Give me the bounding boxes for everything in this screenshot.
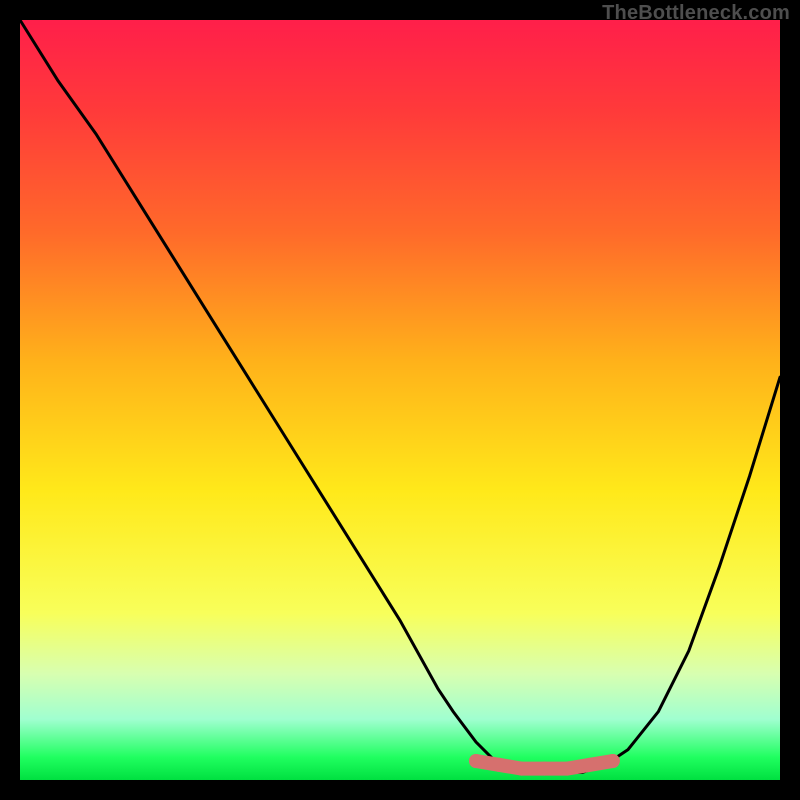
optimal-range-dot bbox=[469, 754, 483, 768]
optimal-range-dot bbox=[515, 762, 529, 776]
optimal-range-dot bbox=[537, 762, 551, 776]
bottleneck-curve bbox=[20, 20, 780, 772]
chart-frame: TheBottleneck.com bbox=[0, 0, 800, 800]
optimal-range-dot bbox=[583, 758, 597, 772]
optimal-range-markers bbox=[469, 754, 620, 776]
optimal-range-dot bbox=[492, 758, 506, 772]
optimal-range-dot bbox=[560, 762, 574, 776]
optimal-range-dot bbox=[606, 754, 620, 768]
plot-area bbox=[20, 20, 780, 780]
chart-svg bbox=[20, 20, 780, 780]
